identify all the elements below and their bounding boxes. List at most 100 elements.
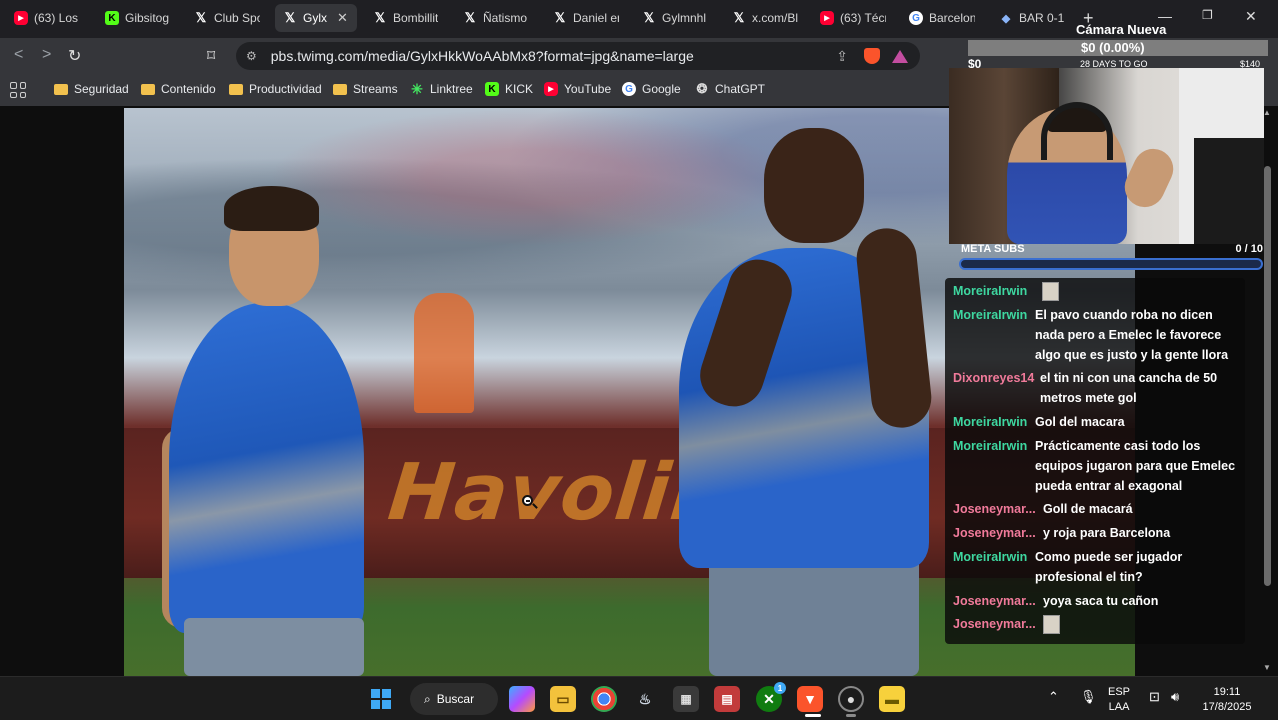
calculator-icon[interactable]: ▦	[673, 686, 699, 712]
apps-icon[interactable]	[10, 82, 26, 98]
chat-text: Como puede ser jugador profesional el ti…	[1035, 550, 1183, 584]
streamer-hand	[1118, 142, 1180, 214]
scrollbar-thumb[interactable]	[1264, 166, 1271, 586]
brave-rewards-icon[interactable]	[892, 49, 908, 63]
tab-8[interactable]: 𝕏 Gylmnhl	[634, 4, 720, 32]
microphone-icon[interactable]: 🎙︎	[1080, 689, 1097, 704]
back-icon[interactable]: <	[14, 46, 23, 64]
forward-icon[interactable]: >	[42, 46, 51, 64]
chat-username: MoreiraIrwin	[953, 550, 1028, 564]
tab-10[interactable]: ▶ (63) Técn	[812, 4, 898, 32]
close-tab-icon[interactable]: ✕	[337, 10, 348, 26]
subs-count: 0 / 10	[1235, 243, 1263, 255]
sticky-notes-icon[interactable]: ▬	[879, 686, 905, 712]
subs-goal: META SUBS 0 / 10	[955, 243, 1267, 273]
official-figure	[414, 293, 474, 413]
bookmark-label: KICK	[505, 82, 534, 96]
tab-3[interactable]: 𝕏 Club Spo	[186, 4, 272, 32]
tab-5[interactable]: 𝕏 Bombillit	[365, 4, 451, 32]
tab-label: Club Spo	[214, 11, 260, 25]
bookmark-label: Google	[642, 82, 681, 96]
tab-4-active[interactable]: 𝕏 Gylx ✕	[275, 4, 357, 32]
bookmark-google[interactable]: G Google	[622, 82, 681, 96]
tab-9[interactable]: 𝕏x.com/Bl	[724, 4, 810, 32]
bookmark-icon[interactable]: ⌑	[207, 46, 215, 66]
x-icon: 𝕏	[374, 10, 386, 25]
tab-label: Gylmnhl	[662, 11, 707, 25]
subs-label: META SUBS	[961, 243, 1025, 255]
kick-icon: K	[485, 82, 499, 96]
volume-icon[interactable]: 🔊︎	[1171, 689, 1179, 704]
zoom-out-cursor-icon	[522, 495, 533, 506]
x-icon: 𝕏	[464, 10, 476, 25]
tab-label: (63) Los	[34, 11, 79, 25]
bookmark-label: Productividad	[249, 82, 322, 96]
linktree-icon: ✳	[411, 80, 423, 97]
tab-6[interactable]: 𝕏 Ñatismo	[455, 4, 541, 32]
site-info-icon[interactable]: ⚙	[246, 49, 257, 63]
slides-icon[interactable]: ▤	[714, 686, 740, 712]
file-explorer-icon[interactable]: ▭	[550, 686, 576, 712]
xbox-badge: 1	[774, 682, 786, 694]
windows-taskbar: ⌕ Buscar ▭ ♨ ▦ ▤ ✕ 1 ▼ ● ▬ ⌃ 🎙︎ ESP LAA ⊡ …	[0, 676, 1278, 720]
brave-browser-icon[interactable]: ▼	[797, 686, 823, 712]
bookmark-seguridad[interactable]: Seguridad	[54, 82, 129, 96]
x-icon: 𝕏	[733, 10, 745, 25]
chat-username: Joseneymar...	[953, 502, 1036, 516]
chat-username: MoreiraIrwin	[953, 284, 1028, 298]
chrome-icon[interactable]	[591, 686, 617, 712]
obs-icon[interactable]: ●	[838, 686, 864, 712]
xbox-icon[interactable]: ✕ 1	[756, 682, 786, 712]
folder-icon	[333, 83, 347, 95]
kick-icon: K	[105, 11, 119, 25]
tab-7[interactable]: 𝕏 Daniel en	[545, 4, 631, 32]
chat-username: Joseneymar...	[953, 526, 1036, 540]
headset-icon	[1041, 102, 1113, 160]
bookmark-youtube[interactable]: ▶ YouTube	[544, 82, 611, 96]
stream-goal-overlay: Cámara Nueva $0 (0.00%) $0 28 DAYS TO GO…	[966, 20, 1270, 71]
bookmark-label: YouTube	[564, 82, 612, 96]
network-icon[interactable]: ⊡	[1149, 689, 1160, 704]
bookmark-label: ChatGPT	[715, 82, 766, 96]
webcam-monitor	[1194, 138, 1264, 244]
page-scrollbar[interactable]: ▲ ▼	[1262, 106, 1274, 676]
subs-progress-bar	[959, 258, 1263, 270]
lang-top: ESP	[1108, 686, 1131, 698]
reload-icon[interactable]: ↻	[68, 46, 81, 66]
address-bar[interactable]: ⚙ pbs.twimg.com/media/GylxHkkWoAAbMx8?fo…	[236, 42, 920, 70]
tab-label: Ñatismo	[483, 11, 528, 25]
bookmark-linktree[interactable]: ✳ Linktree	[410, 80, 473, 97]
tray-expand-icon[interactable]: ⌃	[1048, 689, 1059, 704]
chatgpt-icon: ❂	[696, 81, 708, 96]
google-icon: G	[622, 82, 636, 96]
folder-icon	[229, 83, 243, 95]
share-icon[interactable]: ⇪	[836, 48, 848, 65]
brave-shields-icon[interactable]	[864, 48, 880, 64]
scroll-down-icon[interactable]: ▼	[1263, 663, 1271, 672]
webcam-feed	[949, 68, 1264, 244]
bookmark-contenido[interactable]: Contenido	[141, 82, 216, 96]
tab-label: Gibsitog	[125, 11, 170, 25]
chat-username: MoreiraIrwin	[953, 415, 1028, 429]
tab-2[interactable]: K Gibsitog	[97, 4, 183, 32]
scroll-up-icon[interactable]: ▲	[1263, 108, 1271, 117]
bookmark-chatgpt[interactable]: ❂ ChatGPT	[695, 81, 766, 96]
clock[interactable]: 19:11 17/8/2025	[1198, 685, 1256, 715]
x-icon: 𝕏	[195, 10, 207, 25]
bookmark-kick[interactable]: K KICK	[485, 82, 533, 96]
bookmark-label: Contenido	[161, 82, 216, 96]
taskbar-search[interactable]: ⌕ Buscar	[410, 683, 498, 715]
lang-bottom: LAA	[1108, 701, 1130, 713]
bookmark-label: Linktree	[430, 82, 473, 96]
start-button[interactable]	[368, 686, 394, 712]
language-indicator[interactable]: ESP LAA	[1108, 685, 1130, 715]
copilot-icon[interactable]	[509, 686, 535, 712]
chat-text: el tin ni con una cancha de 50 metros me…	[1040, 371, 1218, 405]
player-2-head	[764, 128, 864, 243]
screen: ▶ (63) Los K Gibsitog 𝕏 Club Spo 𝕏 Gylx ✕ 𝕏 Bo…	[0, 0, 1278, 720]
tab-1[interactable]: ▶ (63) Los	[6, 4, 92, 32]
bookmark-productividad[interactable]: Productividad	[229, 82, 322, 96]
clock-date: 17/8/2025	[1202, 701, 1252, 713]
steam-icon[interactable]: ♨	[632, 686, 658, 712]
bookmark-streams[interactable]: Streams	[333, 82, 398, 96]
